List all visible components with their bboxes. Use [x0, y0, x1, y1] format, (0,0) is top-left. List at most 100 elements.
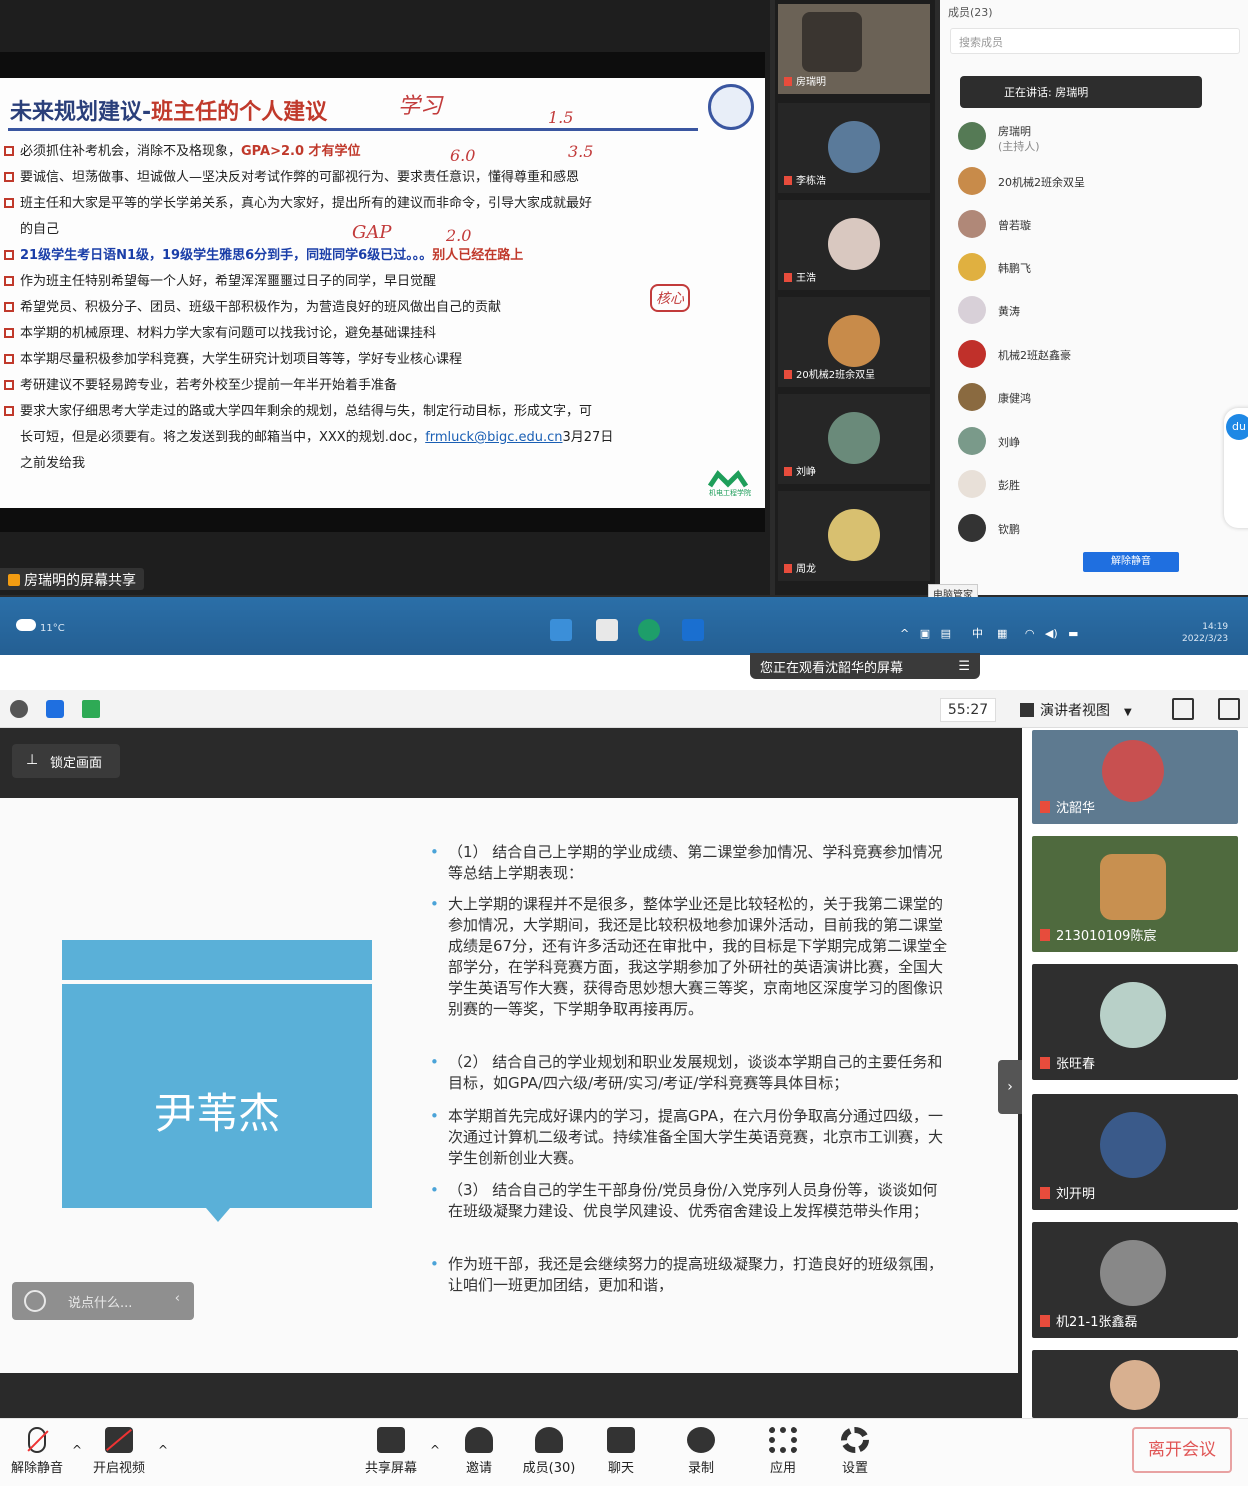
unmute-button[interactable]: 解除静音: [2, 1427, 72, 1476]
avatar: [958, 167, 986, 195]
shared-slide: 尹苇杰 （1） 结合自己上学期的学业成绩、第二课堂参加情况、学科竞赛参加情况等总…: [0, 798, 1018, 1373]
chevron-up-icon[interactable]: ^: [72, 1443, 82, 1457]
members-button[interactable]: 成员(30): [514, 1427, 584, 1476]
member-name: 房瑞明: [998, 125, 1031, 138]
viewing-banner: 您正在观看沈韶华的屏幕 ☰: [750, 653, 980, 679]
leave-meeting-button[interactable]: 离开会议: [1132, 1427, 1232, 1473]
slide-title: 未来规划建议-班主任的个人建议: [10, 100, 328, 125]
college-brand-logo: 机电工程学院: [700, 468, 756, 498]
avatar: [828, 315, 880, 367]
avatar: [1102, 740, 1164, 802]
video-tile[interactable]: 刘峥: [778, 394, 930, 484]
video-tile[interactable]: 20机械2班余双呈: [778, 297, 930, 387]
invite-icon: [465, 1427, 493, 1453]
email-link[interactable]: frmluck@bigc.edu.cn: [425, 430, 562, 445]
slide-item: 考研建议不要轻易跨专业，若考外校至少提前一年半开始着手准备: [4, 376, 397, 396]
video-tile[interactable]: 周龙: [778, 491, 930, 581]
slide-paragraph: （1） 结合自己上学期的学业成绩、第二课堂参加情况、学科竞赛参加情况等总结上学期…: [430, 842, 948, 884]
slide-item-continuation: 之前发给我: [20, 456, 86, 471]
slide-item-continuation: 的自己: [20, 222, 60, 237]
sidebar-toggle-icon[interactable]: [1218, 698, 1240, 720]
video-tile[interactable]: [1032, 1350, 1238, 1418]
menu-icon[interactable]: ☰: [958, 659, 970, 674]
view-mode-dropdown[interactable]: 演讲者视图 ▼: [1014, 698, 1138, 722]
slide-item: 本学期的机械原理、材料力学大家有问题可以找我讨论，避免基础课挂科: [4, 324, 436, 344]
member-name: 彭胜: [998, 479, 1020, 492]
start-icon[interactable]: [550, 619, 572, 641]
slide-paragraph: 作为班干部，我还是会继续努力的提高班级凝聚力，打造良好的班级氛围，让咱们一班更加…: [430, 1254, 948, 1296]
invite-button[interactable]: 邀请: [444, 1427, 514, 1476]
emoji-icon[interactable]: [24, 1290, 46, 1312]
avatar: [958, 296, 986, 324]
floating-toolbar[interactable]: du: [1224, 408, 1248, 528]
pin-icon: ⊥: [26, 752, 39, 768]
slide-paragraph: （3） 结合自己的学生干部身份/党员身份/入党序列人员身份等，谈谈如何在班级凝聚…: [430, 1180, 948, 1222]
participant-name: 沈韶华: [1040, 797, 1095, 816]
avatar: [802, 12, 862, 72]
member-name: 机械2班赵鑫豪: [998, 349, 1071, 362]
avatar: [958, 340, 986, 368]
chat-icon: [607, 1427, 635, 1453]
avatar: [828, 218, 880, 270]
meeting-timer: 55:27: [940, 698, 996, 722]
chevron-up-icon[interactable]: ^: [430, 1443, 440, 1457]
participant-name: 刘开明: [1040, 1183, 1095, 1202]
comment-input[interactable]: 说点什么... ‹: [12, 1282, 194, 1320]
handwriting-note: 2.0: [446, 226, 472, 245]
video-tile[interactable]: 王浩: [778, 200, 930, 290]
avatar: [828, 121, 880, 173]
participant-name: 机21-1张鑫磊: [1040, 1311, 1138, 1330]
edge-icon[interactable]: [638, 619, 660, 641]
video-tile[interactable]: 机21-1张鑫磊: [1032, 1222, 1238, 1338]
lock-view-button[interactable]: ⊥ 锁定画面: [12, 744, 120, 778]
meeting-app-icon[interactable]: [682, 619, 704, 641]
mic-muted-icon: [27, 1427, 49, 1453]
unmute-all-button[interactable]: 解除静音: [1083, 552, 1179, 572]
collapse-gallery-button[interactable]: ›: [998, 1060, 1022, 1114]
start-video-button[interactable]: 开启视频: [84, 1427, 154, 1476]
video-tile[interactable]: 沈韶华: [1032, 730, 1238, 824]
record-button[interactable]: 录制: [666, 1427, 736, 1476]
member-role: (主持人): [998, 140, 1040, 153]
info-icon[interactable]: [10, 700, 28, 718]
du-icon[interactable]: du: [1226, 414, 1248, 440]
member-search-input[interactable]: 搜索成员: [950, 28, 1240, 54]
member-name: 刘峥: [998, 436, 1020, 449]
handwriting-note: 3.5: [568, 142, 594, 161]
share-screen-button[interactable]: 共享屏幕: [356, 1427, 426, 1476]
system-tray[interactable]: ^ ▣ ▤ 中 ▦ ◠ ◀) ▬: [900, 625, 1079, 641]
members-header: 成员(23): [948, 6, 993, 19]
slide-item-continuation: 长可短，但是必须要有。将之发送到我的邮箱当中，XXX的规划.doc，frmluc…: [20, 430, 614, 445]
video-gallery: 沈韶华 213010109陈宸 张旺春 刘开明 机21-1张鑫磊: [1026, 728, 1248, 1418]
clock[interactable]: 14:19 2022/3/23: [1182, 621, 1228, 645]
video-tile[interactable]: 房瑞明: [778, 4, 930, 94]
fullscreen-icon[interactable]: [1172, 698, 1194, 720]
shield-icon[interactable]: [46, 700, 64, 718]
chevron-up-icon[interactable]: ^: [158, 1443, 168, 1457]
video-tile[interactable]: 刘开明: [1032, 1094, 1238, 1210]
gear-icon: [841, 1427, 869, 1453]
chevron-left-icon[interactable]: ‹: [175, 1291, 180, 1306]
avatar: [958, 210, 986, 238]
members-icon: [535, 1427, 563, 1453]
apps-button[interactable]: 应用: [748, 1427, 818, 1476]
member-name: 康健鸿: [998, 392, 1031, 405]
member-name: 钦鹏: [998, 523, 1020, 536]
handwriting-note: 1.5: [548, 108, 574, 127]
signal-icon[interactable]: [82, 700, 100, 718]
speaker-view-icon: [1020, 703, 1034, 717]
video-tile[interactable]: 李栋浩: [778, 103, 930, 193]
settings-button[interactable]: 设置: [820, 1427, 890, 1476]
chat-button[interactable]: 聊天: [586, 1427, 656, 1476]
task-view-icon[interactable]: [596, 619, 618, 641]
weather-widget[interactable]: 11°C: [16, 619, 65, 634]
avatar: [1110, 1360, 1160, 1410]
slide-paragraph: （2） 结合自己的学业规划和职业发展规划，谈谈本学期自己的主要任务和目标，如GP…: [430, 1052, 948, 1094]
video-tile[interactable]: 213010109陈宸: [1032, 836, 1238, 952]
apps-icon: [769, 1427, 797, 1453]
slide-item: 本学期尽量积极参加学科竞赛，大学生研究计划项目等等，学好专业核心课程: [4, 350, 462, 370]
member-name: 韩鹏飞: [998, 262, 1031, 275]
participant-name: 李栋浩: [784, 172, 826, 187]
video-tile[interactable]: 张旺春: [1032, 964, 1238, 1080]
avatar: [958, 470, 986, 498]
